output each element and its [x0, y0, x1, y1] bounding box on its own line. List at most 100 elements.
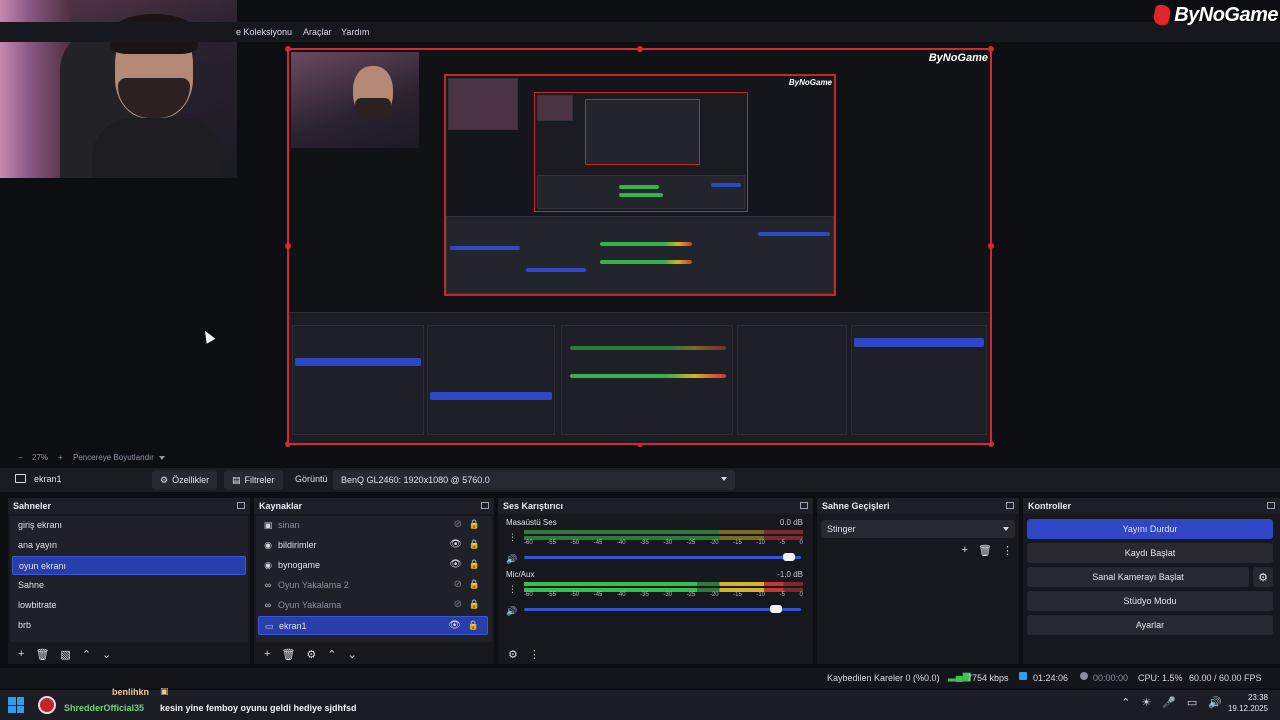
move-down-icon[interactable]: ⌄ [102, 648, 111, 661]
eye-icon[interactable]: 👁 [448, 620, 461, 631]
mixer-dock: Ses Karıştırıcı Masaüstü Ses 0.0 dB ⋮ -6… [498, 498, 813, 664]
filters-button[interactable]: ▤ Filtreler [224, 470, 283, 490]
trash-icon[interactable]: 🗑 [978, 544, 992, 557]
eye-hidden-icon[interactable]: ⊘ [454, 599, 462, 610]
source-item[interactable]: ∞ Oyun Yakalama ⊘ 🔒 [258, 596, 488, 615]
speaker-icon[interactable]: 🔊 [506, 554, 517, 565]
volume-slider[interactable] [524, 553, 801, 561]
filter-icon[interactable]: ▧ [60, 648, 70, 661]
gear-icon[interactable]: ⚙ [306, 648, 316, 661]
settings-button[interactable]: Ayarlar [1027, 615, 1273, 635]
bitrate: 7754 kbps [967, 673, 1009, 683]
sources-dock: Kaynaklar ▣ sinan ⊘ 🔒 ◉ bildirimler 👁 🔒 … [254, 498, 494, 664]
add-icon[interactable]: + [962, 544, 968, 557]
windows-start-icon[interactable] [8, 697, 24, 713]
trash-icon[interactable]: 🗑 [35, 648, 49, 661]
kebab-menu-icon[interactable]: ⋮ [1002, 544, 1013, 557]
preview-scenes-panel [292, 325, 424, 435]
bynogame-logo: ByNoGame [1152, 2, 1278, 28]
menu-scene-collection[interactable]: e Koleksiyonu [236, 27, 292, 37]
volume-icon[interactable]: 🔊 [1208, 696, 1222, 709]
undock-icon[interactable] [800, 502, 808, 509]
scene-item[interactable]: Sahne [12, 576, 246, 595]
scene-item-selected[interactable]: oyun ekranı [12, 556, 246, 575]
transition-select[interactable]: Stinger [821, 520, 1015, 538]
display-label: Görüntü [295, 474, 328, 484]
menu-help[interactable]: Yardım [341, 27, 369, 37]
lock-icon[interactable]: 🔒 [469, 519, 480, 530]
source-item[interactable]: ∞ Oyun Yakalama 2 ⊘ 🔒 [258, 576, 488, 595]
start-recording-button[interactable]: Kaydı Başlat [1027, 543, 1273, 563]
source-toolbar: ekran1 ⚙ Özellikler ▤ Filtreler Görüntü … [0, 468, 1280, 492]
sources-title: Kaynaklar [259, 501, 303, 511]
meter-tick-label: -50 [570, 592, 580, 598]
zoom-mode-dropdown[interactable]: Pencereye Boyutlandır [73, 453, 154, 462]
chevron-up-icon[interactable]: ⌃ [1121, 696, 1130, 709]
resize-handle[interactable] [285, 243, 291, 249]
scene-item[interactable]: brb [12, 616, 246, 635]
move-down-icon[interactable]: ⌄ [348, 648, 357, 661]
eye-icon[interactable]: 👁 [449, 559, 462, 570]
stop-stream-button[interactable]: Yayını Durdur [1027, 519, 1273, 539]
speaker-icon[interactable]: 🔊 [506, 606, 517, 617]
source-item[interactable]: ◉ bildirimler 👁 🔒 [258, 536, 488, 555]
system-clock[interactable]: 23:38 19.12.2025 [1228, 692, 1268, 714]
display-icon[interactable]: ▭ [1187, 696, 1197, 709]
zoom-out-button[interactable]: − [18, 453, 23, 462]
eye-hidden-icon[interactable]: ⊘ [454, 579, 462, 590]
scene-item[interactable]: ana yayın [12, 536, 246, 555]
kebab-menu-icon[interactable]: ⋮ [508, 532, 517, 543]
scenes-header: Sahneler [8, 498, 250, 514]
chat-message: kesin yine femboy oyunu geldi hediye sjd… [160, 703, 357, 713]
scene-item[interactable]: giriş ekranı [12, 516, 246, 535]
nested-preview: ByNoGame [444, 74, 836, 296]
slider-knob[interactable] [783, 553, 796, 561]
resize-handle[interactable] [637, 46, 643, 52]
brightness-icon[interactable]: ☀ [1141, 696, 1151, 709]
kebab-menu-icon[interactable]: ⋮ [508, 584, 517, 595]
undock-icon[interactable] [1006, 502, 1014, 509]
menu-tools[interactable]: Araçlar [303, 27, 332, 37]
source-item[interactable]: ▣ sinan ⊘ 🔒 [258, 516, 488, 535]
resize-handle[interactable] [988, 243, 994, 249]
meter-tick-label: -25 [686, 592, 696, 598]
preview-canvas[interactable]: ByNoGame ByNoGame [285, 46, 994, 447]
source-item-selected[interactable]: ▭ ekran1 👁 🔒 [258, 616, 488, 635]
chevron-down-icon[interactable] [159, 456, 165, 460]
scene-item[interactable]: lowbitrate [12, 596, 246, 615]
volume-slider[interactable] [524, 605, 801, 613]
gear-icon[interactable]: ⚙ [508, 648, 518, 661]
slider-knob[interactable] [769, 605, 782, 613]
lock-icon[interactable]: 🔒 [469, 539, 480, 550]
resize-handle[interactable] [988, 46, 994, 52]
undock-icon[interactable] [481, 502, 489, 509]
add-icon[interactable]: + [18, 648, 24, 660]
display-select[interactable]: BenQ GL2460: 1920x1080 @ 5760.0 [333, 470, 735, 490]
properties-button[interactable]: ⚙ Özellikler [152, 470, 218, 490]
microphone-icon[interactable]: 🎤 [1162, 696, 1176, 709]
lock-icon[interactable]: 🔒 [469, 559, 480, 570]
lock-icon[interactable]: 🔒 [468, 620, 479, 631]
eye-hidden-icon[interactable]: ⊘ [454, 519, 462, 530]
undock-icon[interactable] [237, 502, 245, 509]
scenes-dock: Sahneler giriş ekranı ana yayın oyun ekr… [8, 498, 250, 664]
trash-icon[interactable]: 🗑 [281, 648, 295, 661]
meter-tick-label: -15 [733, 592, 742, 598]
zoom-in-button[interactable]: + [58, 453, 63, 462]
lock-icon[interactable]: 🔒 [469, 599, 480, 610]
level-meter [524, 530, 803, 534]
move-up-icon[interactable]: ⌃ [82, 648, 91, 661]
eye-icon[interactable]: 👁 [449, 539, 462, 550]
kebab-menu-icon[interactable]: ⋮ [529, 648, 540, 661]
lock-icon[interactable]: 🔒 [469, 579, 480, 590]
chat-sender-name: ShredderOfficial35 [64, 703, 145, 713]
undock-icon[interactable] [1267, 502, 1275, 509]
browser-icon: ◉ [264, 540, 272, 550]
vcam-settings-gear-icon[interactable]: ⚙ [1253, 567, 1273, 587]
move-up-icon[interactable]: ⌃ [327, 648, 336, 661]
start-virtual-camera-button[interactable]: Sanal Kamerayı Başlat [1027, 567, 1249, 587]
source-item[interactable]: ◉ bynogame 👁 🔒 [258, 556, 488, 575]
preview-source-selected [430, 392, 552, 400]
studio-mode-button[interactable]: Stüdyo Modu [1027, 591, 1273, 611]
add-icon[interactable]: + [264, 648, 270, 660]
